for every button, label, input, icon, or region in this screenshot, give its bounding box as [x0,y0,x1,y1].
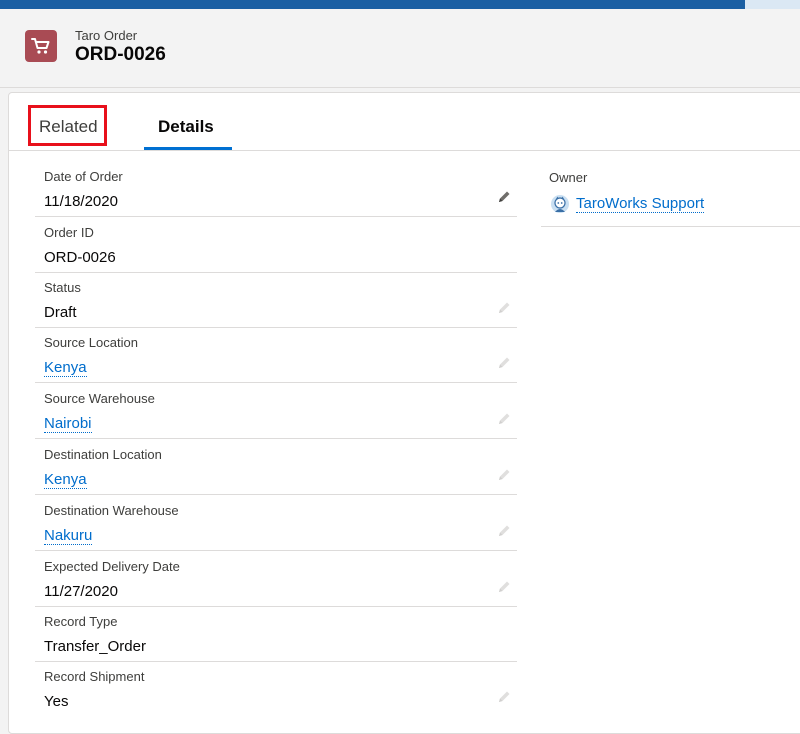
tab-details[interactable]: Details [158,117,214,137]
record-title: ORD-0026 [75,44,166,65]
record-detail-card: Related Details Date of Order 11/18/2020 O… [8,92,800,734]
field-label: Source Warehouse [44,391,155,406]
pencil-edit-icon[interactable] [496,689,512,705]
owner-name-link[interactable]: TaroWorks Support [576,195,705,213]
user-avatar-icon [551,195,569,213]
cart-icon [25,30,57,62]
field-value: Transfer_Order [44,638,146,655]
pencil-edit-icon[interactable] [496,411,512,427]
field-value: 11/27/2020 [44,583,118,600]
object-type-label: Taro Order [75,28,138,43]
detail-field-row: Status Draft [35,273,517,328]
field-value: 11/18/2020 [44,193,118,210]
field-label: Destination Warehouse [44,503,179,518]
detail-field-row: Date of Order 11/18/2020 [35,162,517,217]
pencil-edit-icon[interactable] [496,300,512,316]
detail-field-row: Source Warehouse Nairobi [35,384,517,439]
pencil-edit-icon[interactable] [496,355,512,371]
owner-label: Owner [549,170,588,185]
field-label: Record Shipment [44,669,145,684]
detail-field-row: Order ID ORD-0026 [35,218,517,273]
field-value: ORD-0026 [44,249,116,266]
field-value: Yes [44,693,69,710]
detail-field-row: Expected Delivery Date 11/27/2020 [35,552,517,607]
detail-field-row: Record Shipment Yes [35,662,517,716]
field-value-link[interactable]: Kenya [44,359,87,377]
field-label: Record Type [44,614,118,629]
field-label: Status [44,280,81,295]
field-label: Destination Location [44,447,162,462]
top-accent-bar-end [745,0,800,9]
field-value-link[interactable]: Kenya [44,471,87,489]
active-tab-indicator [144,147,232,150]
record-header: Taro Order ORD-0026 [0,9,800,88]
pencil-edit-icon[interactable] [496,579,512,595]
field-value: Draft [44,304,77,321]
field-label: Order ID [44,225,94,240]
field-value-link[interactable]: Nairobi [44,415,92,433]
tab-related[interactable]: Related [39,117,98,137]
detail-field-row: Destination Location Kenya [35,440,517,495]
field-label: Source Location [44,335,138,350]
detail-field-row: Record Type Transfer_Order [35,607,517,662]
pencil-edit-icon[interactable] [496,189,512,205]
owner-field: Owner TaroWorks Support [541,170,800,227]
detail-field-row: Source Location Kenya [35,328,517,383]
field-label: Expected Delivery Date [44,559,180,574]
top-accent-bar [0,0,800,9]
detail-field-row: Destination Warehouse Nakuru [35,496,517,551]
pencil-edit-icon[interactable] [496,467,512,483]
pencil-edit-icon[interactable] [496,523,512,539]
tab-bar: Related Details [9,93,800,151]
field-label: Date of Order [44,169,123,184]
field-value-link[interactable]: Nakuru [44,527,93,545]
